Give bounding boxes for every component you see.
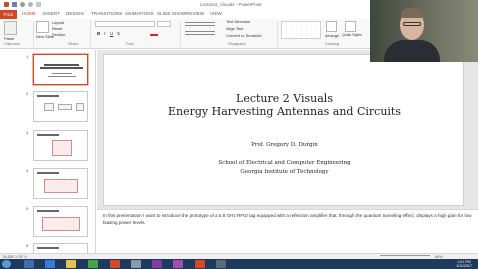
- divider: [277, 21, 278, 47]
- align-text-button[interactable]: Align Text: [226, 26, 243, 31]
- divider: [180, 21, 181, 47]
- affiliation-line-2: Georgia Institute of Technology: [240, 169, 329, 175]
- tab-animations[interactable]: ANIMATIONS: [125, 11, 154, 16]
- slide-thumbnail-5[interactable]: [33, 206, 88, 237]
- powerpoint-logo-icon: [4, 2, 9, 7]
- paste-icon[interactable]: [4, 21, 17, 35]
- current-slide[interactable]: Lecture 2 Visuals Energy Harvesting Ante…: [103, 54, 464, 206]
- webcam-app-icon[interactable]: [216, 260, 226, 268]
- webcam-video: [370, 0, 478, 62]
- tab-home[interactable]: HOME: [22, 11, 36, 16]
- shapes-gallery[interactable]: [281, 21, 321, 39]
- window-title: Lecture2_Visuals - PowerPoint: [200, 2, 262, 7]
- bold-icon[interactable]: B: [97, 31, 100, 36]
- shadow-icon[interactable]: S: [117, 31, 120, 36]
- slide-thumbnail-3[interactable]: [33, 130, 88, 161]
- font-color-icon[interactable]: [150, 32, 158, 36]
- firefox-icon[interactable]: [110, 260, 120, 268]
- ie-browser-icon[interactable]: [45, 260, 55, 268]
- thumbnail-number: 6: [26, 243, 29, 248]
- text-direction-button[interactable]: Text Direction: [226, 19, 250, 24]
- arrange-icon[interactable]: [326, 21, 337, 32]
- divider: [90, 21, 91, 47]
- slide-affiliation[interactable]: School of Electrical and Computer Engine…: [104, 159, 465, 177]
- thumbnail-number: 5: [26, 206, 29, 211]
- new-slide-icon[interactable]: [36, 21, 49, 33]
- start-button-icon[interactable]: [2, 260, 11, 268]
- zoom-level[interactable]: 64%: [435, 255, 443, 259]
- font-family-select[interactable]: [95, 21, 155, 27]
- undo-icon[interactable]: [20, 2, 25, 7]
- alignment-icons[interactable]: [185, 31, 215, 35]
- underline-icon[interactable]: U: [110, 31, 113, 36]
- save-icon[interactable]: [12, 2, 17, 7]
- onenote-2-icon[interactable]: [173, 260, 183, 268]
- clipboard-group-label: Clipboard: [4, 42, 21, 46]
- arrange-button[interactable]: Arrange: [325, 33, 339, 38]
- taskbar-clock[interactable]: 1:01 PM 1/11/2017: [452, 260, 476, 268]
- start-slideshow-icon[interactable]: [36, 2, 41, 7]
- slide-title[interactable]: Lecture 2 Visuals Energy Harvesting Ante…: [104, 92, 465, 118]
- quick-styles-button[interactable]: Quick Styles: [342, 33, 362, 37]
- tab-review[interactable]: REVIEW: [186, 11, 204, 16]
- thumbnail-number: 2: [26, 91, 29, 96]
- notes-text[interactable]: In this presentation I want to introduce…: [103, 213, 473, 226]
- tab-slide-show[interactable]: SLIDE SHOW: [157, 11, 186, 16]
- font-group-label: Font: [126, 42, 134, 46]
- drawing-group-label: Drawing: [325, 42, 339, 46]
- thumbnail-number: 4: [26, 168, 29, 173]
- redo-icon[interactable]: [28, 2, 33, 7]
- quick-styles-icon[interactable]: [345, 21, 356, 32]
- layout-button[interactable]: Layout: [52, 20, 64, 25]
- powerpoint-taskbar-icon[interactable]: [195, 260, 205, 268]
- font-size-select[interactable]: [157, 21, 171, 27]
- explorer-icon[interactable]: [24, 260, 34, 268]
- list-icons[interactable]: [185, 22, 215, 26]
- section-button[interactable]: Section: [52, 32, 65, 37]
- onenote-icon[interactable]: [152, 260, 162, 268]
- tab-insert[interactable]: INSERT: [43, 11, 60, 16]
- tab-file[interactable]: FILE: [0, 10, 17, 19]
- paste-button[interactable]: Paste: [4, 36, 14, 41]
- slide-author[interactable]: Prof. Gregory D. Durgin: [104, 142, 465, 148]
- tab-view[interactable]: VIEW: [210, 11, 222, 16]
- folder-icon[interactable]: [66, 260, 76, 268]
- slides-group-label: Slides: [68, 42, 79, 46]
- paragraph-group-label: Paragraph: [228, 42, 246, 46]
- tab-design[interactable]: DESIGN: [66, 11, 84, 16]
- slide-thumbnail-4[interactable]: [33, 168, 88, 199]
- affiliation-line-1: School of Electrical and Computer Engine…: [218, 160, 351, 166]
- convert-smartart-button[interactable]: Convert to SmartArt: [226, 33, 261, 38]
- divider: [33, 21, 34, 47]
- zoom-slider[interactable]: [380, 255, 430, 258]
- slide-thumbnail-1[interactable]: [33, 54, 88, 85]
- italic-icon[interactable]: I: [104, 31, 105, 36]
- reset-button[interactable]: Reset: [52, 26, 62, 31]
- slide-counter: SLIDE 1 OF 9: [3, 254, 27, 259]
- app-icon[interactable]: [131, 260, 141, 268]
- clock-date: 1/11/2017: [456, 264, 472, 268]
- slide-title-line-2: Energy Harvesting Antennas and Circuits: [167, 104, 401, 118]
- thumbnail-number: 1: [26, 54, 29, 59]
- slide-thumbnail-pane: 1 2 3 4 5 6: [0, 50, 96, 259]
- media-player-icon[interactable]: [88, 260, 98, 268]
- thumbnail-number: 3: [26, 130, 29, 135]
- slide-title-line-1: Lecture 2 Visuals: [236, 92, 333, 105]
- notes-pane[interactable]: In this presentation I want to introduce…: [97, 209, 478, 259]
- quick-access-toolbar: [4, 2, 41, 7]
- slide-thumbnail-2[interactable]: [33, 91, 88, 122]
- tab-transitions[interactable]: TRANSITIONS: [91, 11, 122, 16]
- slide-edit-area: Lecture 2 Visuals Energy Harvesting Ante…: [97, 50, 478, 209]
- taskbar: 1:01 PM 1/11/2017: [0, 259, 478, 269]
